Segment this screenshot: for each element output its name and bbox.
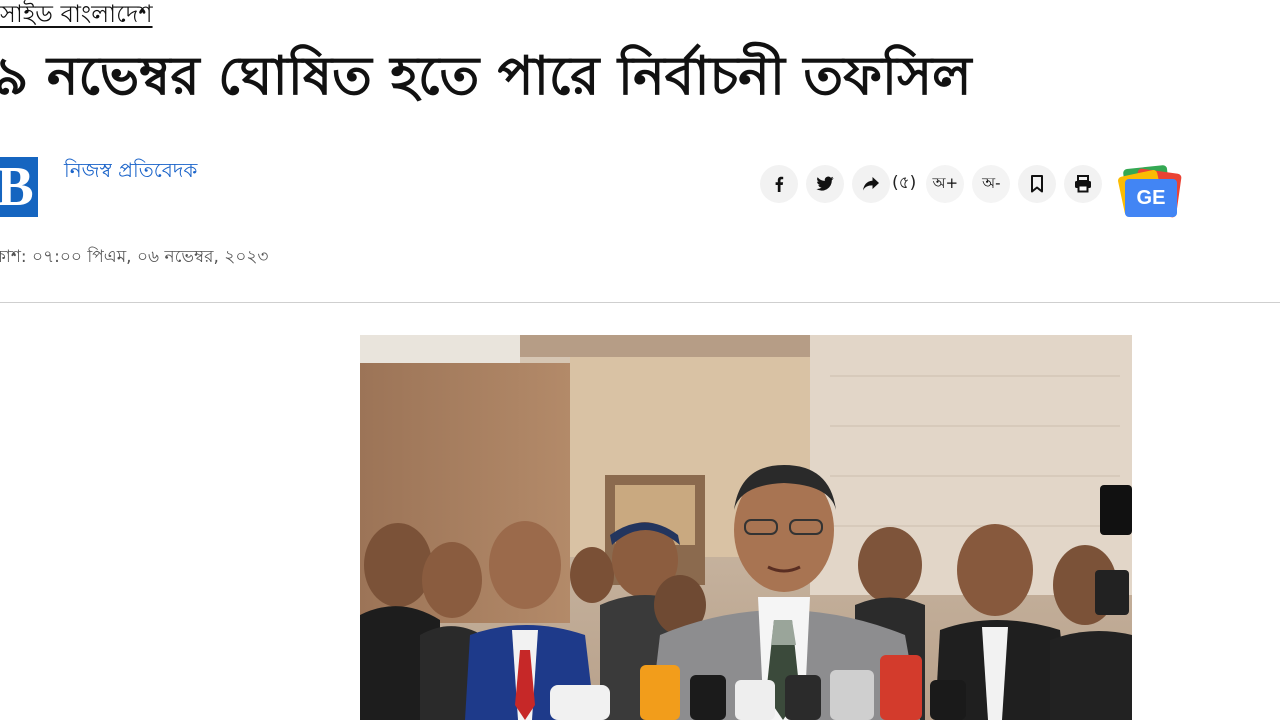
press-briefing-photo	[360, 335, 1132, 720]
publisher-logo: B	[0, 157, 38, 217]
bookmark-button[interactable]	[1018, 165, 1057, 203]
font-increase-button[interactable]: অ+	[926, 165, 965, 203]
breadcrumb-link[interactable]: সাইড বাংলাদেশ	[0, 0, 153, 36]
share-count: (৫)	[892, 173, 917, 193]
facebook-share-button[interactable]	[760, 165, 798, 203]
bookmark-icon	[1031, 175, 1044, 193]
article-headline: ৯ নভেম্বর ঘোষিত হতে পারে নির্বাচনী তফসিল	[0, 46, 972, 107]
google-news-button[interactable]: GE	[1117, 163, 1183, 219]
share-icon	[863, 177, 879, 191]
print-button[interactable]	[1064, 165, 1103, 203]
print-icon	[1075, 175, 1092, 193]
share-button[interactable]	[852, 165, 890, 203]
publish-date: কাশ: ০৭:০০ পিএম, ০৬ নভেম্বর, ২০২৩	[0, 247, 269, 267]
font-decrease-button[interactable]: অ-	[972, 165, 1011, 203]
facebook-icon	[775, 176, 784, 192]
google-news-icon: GE	[1125, 179, 1177, 217]
article-featured-image	[360, 335, 1132, 720]
share-toolbar: (৫) অ+ অ-	[760, 163, 1110, 205]
author-link[interactable]: নিজস্ব প্রতিবেদক	[64, 156, 197, 189]
twitter-share-button[interactable]	[806, 165, 844, 203]
header-divider	[0, 302, 1280, 303]
twitter-icon	[816, 176, 834, 191]
